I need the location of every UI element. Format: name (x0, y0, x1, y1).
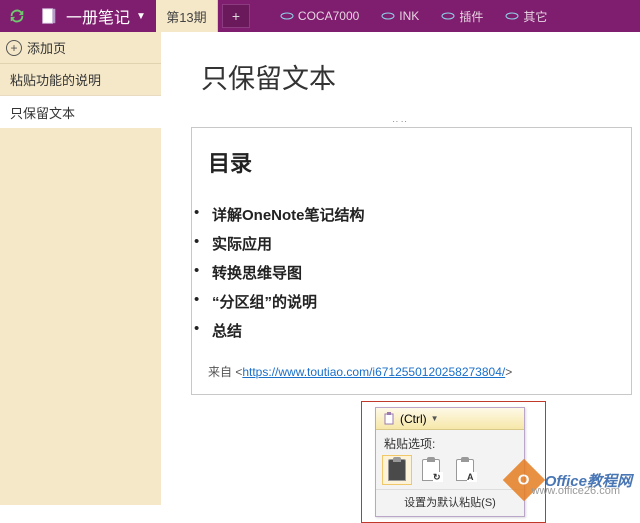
container-grip-icon[interactable]: ‥‥ (161, 114, 640, 125)
sync-icon[interactable] (6, 5, 28, 27)
toc-list: 详解OneNote笔记结构 实际应用 转换思维导图 “分区组”的说明 总结 (208, 200, 615, 345)
add-page-button[interactable]: + 添加页 (0, 32, 161, 64)
toc-item[interactable]: 总结 (208, 316, 615, 345)
paste-options-popover: (Ctrl) ▼ 粘贴选项: ↻ A 设置为默认粘贴(S) (375, 407, 525, 517)
toc-heading: 目录 (208, 146, 615, 178)
plus-circle-icon: + (6, 40, 22, 56)
toc-item[interactable]: 转换思维导图 (208, 258, 615, 287)
page-title[interactable]: 只保留文本 (161, 32, 640, 96)
page-item-paste-explain[interactable]: 粘贴功能的说明 (0, 64, 161, 96)
paste-text-only-button[interactable]: A (450, 455, 480, 485)
quick-link-other[interactable]: 其它 (505, 8, 547, 25)
quick-link-plugin[interactable]: 插件 (441, 8, 483, 25)
toc-item[interactable]: 实际应用 (208, 229, 615, 258)
watermark: O Office教程网 www.office26.com (509, 465, 632, 495)
set-default-paste-button[interactable]: 设置为默认粘贴(S) (376, 489, 524, 516)
paste-ctrl-button[interactable]: (Ctrl) ▼ (376, 408, 524, 430)
quick-link-coca[interactable]: COCA7000 (280, 8, 359, 25)
watermark-url: www.office26.com (532, 485, 620, 497)
toc-item[interactable]: “分区组”的说明 (208, 287, 615, 316)
quick-link-ink[interactable]: INK (381, 8, 419, 25)
title-bar: 一册笔记 ▼ 第13期 + COCA7000 INK 插件 其它 (0, 0, 640, 32)
note-container[interactable]: 目录 详解OneNote笔记结构 实际应用 转换思维导图 “分区组”的说明 总结… (191, 127, 632, 395)
paste-options-label: 粘贴选项: (376, 430, 524, 455)
toc-item[interactable]: 详解OneNote笔记结构 (208, 200, 615, 229)
source-line: 来自 <https://www.toutiao.com/i67125501202… (208, 363, 615, 380)
notebook-title[interactable]: 一册笔记 (64, 4, 136, 28)
source-link[interactable]: https://www.toutiao.com/i671255012025827… (242, 365, 505, 379)
dropdown-icon: ▼ (431, 414, 439, 423)
page-sidebar: + 添加页 粘贴功能的说明 只保留文本 (0, 32, 161, 505)
page-content: 只保留文本 ‥‥ 目录 详解OneNote笔记结构 实际应用 转换思维导图 “分… (161, 32, 640, 505)
notebook-dropdown-icon[interactable]: ▼ (136, 11, 156, 22)
quick-links: COCA7000 INK 插件 其它 (280, 8, 547, 25)
section-tab[interactable]: 第13期 (156, 0, 218, 32)
paste-merge-button[interactable]: ↻ (416, 455, 446, 485)
paste-keep-source-button[interactable] (382, 455, 412, 485)
add-section-button[interactable]: + (222, 4, 250, 28)
notebook-icon (38, 5, 60, 27)
page-item-keep-text[interactable]: 只保留文本 (0, 96, 161, 128)
clipboard-icon (382, 412, 396, 426)
